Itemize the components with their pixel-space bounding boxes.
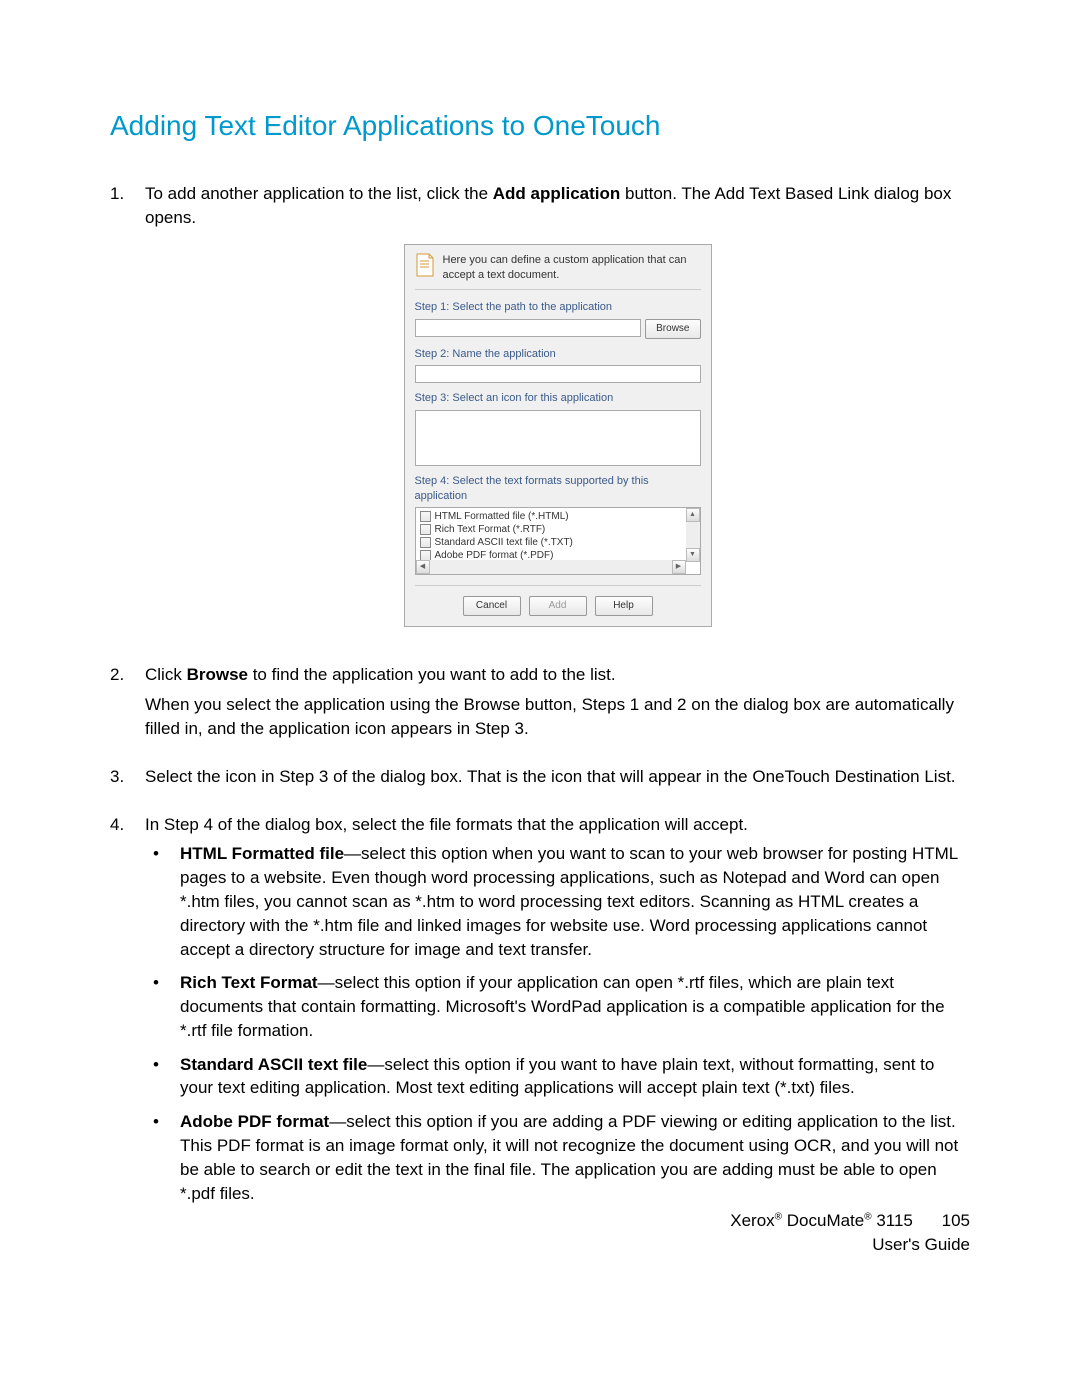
add-text-link-dialog: Here you can define a custom application… <box>404 244 712 628</box>
format-label: Standard ASCII text file (*.TXT) <box>435 536 573 550</box>
scroll-up-icon[interactable]: ▲ <box>686 508 700 522</box>
cancel-button[interactable]: Cancel <box>463 596 521 616</box>
step-number: 2. <box>110 663 145 746</box>
step-1-text: To add another application to the list, … <box>145 182 970 230</box>
format-item-txt[interactable]: Standard ASCII text file (*.TXT) <box>420 536 696 549</box>
step-4-text: In Step 4 of the dialog box, select the … <box>145 813 970 837</box>
format-label: Rich Text Format (*.RTF) <box>435 523 546 537</box>
instructions-list: 1. To add another application to the lis… <box>110 182 970 1215</box>
reg-mark: ® <box>775 1212 782 1223</box>
brand-documate: DocuMate <box>782 1211 864 1230</box>
text-fragment: To add another application to the list, … <box>145 184 493 203</box>
step-number: 1. <box>110 182 145 645</box>
bullet-icon: • <box>145 1110 180 1205</box>
page-heading: Adding Text Editor Applications to OneTo… <box>110 110 970 142</box>
guide-label: User's Guide <box>730 1233 970 1257</box>
step4-label: Step 4: Select the text formats supporte… <box>415 474 701 505</box>
help-button[interactable]: Help <box>595 596 653 616</box>
text-fragment: to find the application you want to add … <box>248 665 616 684</box>
bullet-icon: • <box>145 842 180 961</box>
bullet-title: Rich Text Format <box>180 973 318 992</box>
step-number: 4. <box>110 813 145 1216</box>
bullet-icon: • <box>145 1053 180 1101</box>
checkbox[interactable] <box>420 511 431 522</box>
product-line: Xerox® DocuMate® 3115 105 <box>730 1209 970 1233</box>
step-3-text: Select the icon in Step 3 of the dialog … <box>145 765 970 789</box>
bullet-icon: • <box>145 971 180 1042</box>
document-app-icon <box>415 253 435 277</box>
bold-label: Browse <box>187 665 248 684</box>
bullet-title: HTML Formatted file <box>180 844 344 863</box>
dialog-description: Here you can define a custom application… <box>443 253 701 284</box>
page-footer: Xerox® DocuMate® 3115 105 User's Guide <box>730 1209 970 1257</box>
bullet-txt: • Standard ASCII text file—select this o… <box>145 1053 970 1101</box>
bullet-title: Adobe PDF format <box>180 1112 329 1131</box>
step-2-line2: When you select the application using th… <box>145 693 970 741</box>
format-item-html[interactable]: HTML Formatted file (*.HTML) <box>420 510 696 523</box>
browse-button[interactable]: Browse <box>645 319 700 339</box>
vertical-scrollbar[interactable]: ▲ ▼ <box>686 508 700 562</box>
step-2: 2. Click Browse to find the application … <box>110 663 970 746</box>
add-button[interactable]: Add <box>529 596 587 616</box>
scroll-right-icon[interactable]: ▶ <box>672 560 686 574</box>
bullet-html: • HTML Formatted file—select this option… <box>145 842 970 961</box>
page-number: 105 <box>942 1209 970 1233</box>
step2-label: Step 2: Name the application <box>415 347 701 362</box>
checkbox[interactable] <box>420 524 431 535</box>
step1-label: Step 1: Select the path to the applicati… <box>415 300 701 315</box>
step-2-line1: Click Browse to find the application you… <box>145 663 970 687</box>
checkbox[interactable] <box>420 537 431 548</box>
scroll-down-icon[interactable]: ▼ <box>686 548 700 562</box>
model-number: 3115 <box>872 1211 913 1230</box>
format-item-rtf[interactable]: Rich Text Format (*.RTF) <box>420 523 696 536</box>
text-fragment: Click <box>145 665 187 684</box>
horizontal-scrollbar[interactable]: ◀ ▶ <box>416 560 686 574</box>
path-input[interactable] <box>415 319 642 337</box>
brand-xerox: Xerox <box>730 1211 774 1230</box>
format-list-box: HTML Formatted file (*.HTML) Rich Text F… <box>415 507 701 575</box>
step3-label: Step 3: Select an icon for this applicat… <box>415 391 701 406</box>
step-3: 3. Select the icon in Step 3 of the dial… <box>110 765 970 795</box>
step-number: 3. <box>110 765 145 795</box>
step-4: 4. In Step 4 of the dialog box, select t… <box>110 813 970 1216</box>
format-bullets: • HTML Formatted file—select this option… <box>145 842 970 1205</box>
format-label: HTML Formatted file (*.HTML) <box>435 510 569 524</box>
bullet-pdf: • Adobe PDF format—select this option if… <box>145 1110 970 1205</box>
scroll-left-icon[interactable]: ◀ <box>416 560 430 574</box>
step-1: 1. To add another application to the lis… <box>110 182 970 645</box>
icon-select-box[interactable] <box>415 410 701 466</box>
bold-label: Add application <box>493 184 621 203</box>
name-input[interactable] <box>415 365 701 383</box>
bullet-rtf: • Rich Text Format—select this option if… <box>145 971 970 1042</box>
bullet-title: Standard ASCII text file <box>180 1055 367 1074</box>
reg-mark: ® <box>864 1212 871 1223</box>
